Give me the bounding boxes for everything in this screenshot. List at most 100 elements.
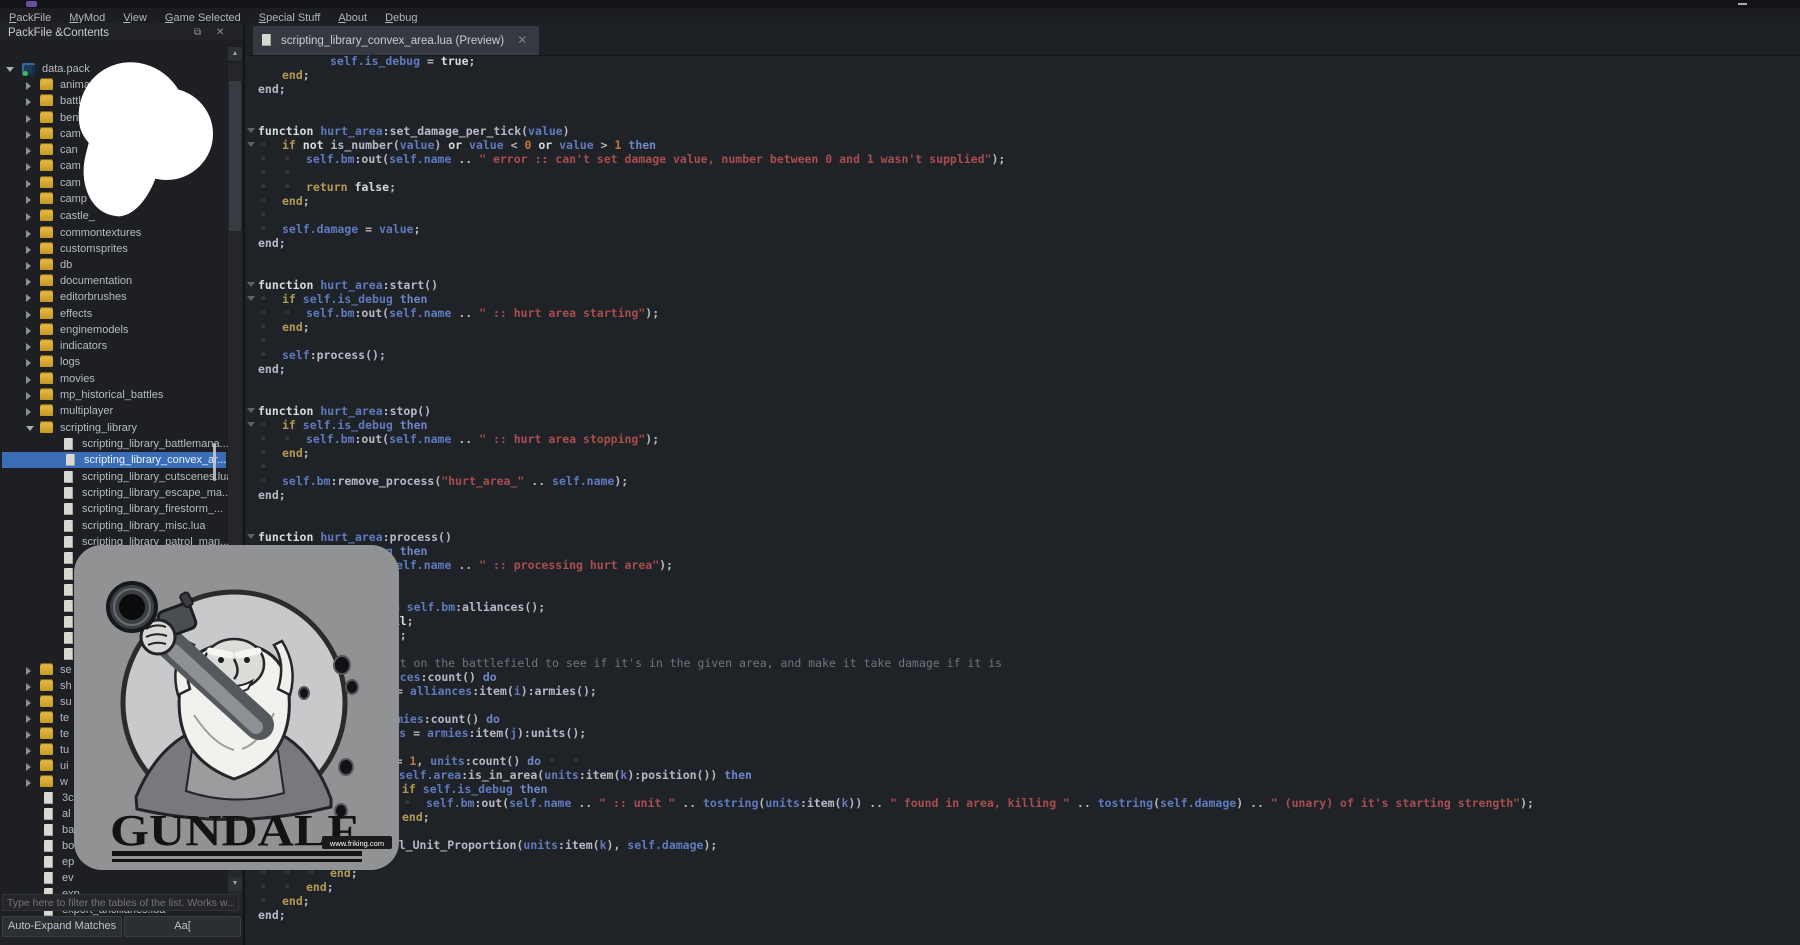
code-line: self.is_debug = true; <box>245 54 1800 68</box>
file-icon <box>44 872 53 884</box>
tree-item-movies[interactable]: movies <box>0 371 228 387</box>
fold-marker-icon[interactable] <box>247 296 255 301</box>
expand-arrow-icon[interactable] <box>26 196 31 204</box>
tab-whitespace-icon: » <box>260 334 266 348</box>
code-line: » <box>245 586 1800 600</box>
collapse-arrow-icon[interactable] <box>6 67 14 72</box>
file-icon <box>64 568 73 580</box>
tree-item-scripting-library-firestorm-[interactable]: scripting_library_firestorm_... <box>0 501 228 517</box>
expand-arrow-icon[interactable] <box>26 763 31 771</box>
folder-icon <box>40 96 53 106</box>
expand-arrow-icon[interactable] <box>26 262 31 270</box>
tree-item-scripting-library-misc-lua[interactable]: scripting_library_misc.lua <box>0 518 228 534</box>
tree-item-customsprites[interactable]: customsprites <box>0 241 228 257</box>
code-line: »»»»»Kill_Unit_Proportion(units:item(k),… <box>245 838 1800 852</box>
tree-item-logs[interactable]: logs <box>0 354 228 370</box>
expand-arrow-icon[interactable] <box>26 230 31 238</box>
expand-arrow-icon[interactable] <box>26 747 31 755</box>
fold-marker-icon[interactable] <box>247 128 255 133</box>
expand-arrow-icon[interactable] <box>26 715 31 723</box>
expand-arrow-icon[interactable] <box>26 98 31 106</box>
code-line: » <box>245 208 1800 222</box>
tab-close-icon[interactable]: ✕ <box>517 33 527 47</box>
file-icon <box>44 792 53 804</box>
case-sensitive-button[interactable]: Aa[ <box>124 916 241 937</box>
tree-item-scripting-library-convex-ar-[interactable]: scripting_library_convex_ar... <box>2 452 226 468</box>
fold-marker-icon[interactable] <box>247 422 255 427</box>
expand-arrow-icon[interactable] <box>26 163 31 171</box>
tree-item-enginemodels[interactable]: enginemodels <box>0 322 228 338</box>
tree-scroll-handle[interactable] <box>213 443 216 481</box>
code-line: end; <box>245 488 1800 502</box>
tree-item-documentation[interactable]: documentation <box>0 273 228 289</box>
expand-arrow-icon[interactable] <box>26 115 31 123</box>
tree-item-ev[interactable]: ev <box>0 870 228 886</box>
tree-item-effects[interactable]: effects <box>0 306 228 322</box>
tree-item-indicators[interactable]: indicators <box>0 338 228 354</box>
float-panel-icon[interactable]: ⧉ <box>194 27 201 38</box>
code-surface[interactable]: self.is_debug = true;end;end;function hu… <box>245 55 1800 945</box>
expand-arrow-icon[interactable] <box>26 180 31 188</box>
expand-arrow-icon[interactable] <box>26 82 31 90</box>
tab-whitespace-icon: » <box>260 222 266 236</box>
code-line <box>245 516 1800 530</box>
tab-whitespace-icon: » <box>260 208 266 222</box>
tab-scripting-library-convex-area[interactable]: scripting_library_convex_area.lua (Previ… <box>253 26 539 55</box>
expand-arrow-icon[interactable] <box>26 392 31 400</box>
folder-icon <box>40 129 53 139</box>
tree-item-editorbrushes[interactable]: editorbrushes <box>0 289 228 305</box>
file-icon <box>44 856 53 868</box>
tree-filter-input[interactable] <box>2 894 239 911</box>
code-line: »end; <box>245 894 1800 908</box>
fold-marker-icon[interactable] <box>247 408 255 413</box>
expand-arrow-icon[interactable] <box>26 699 31 707</box>
collapse-arrow-icon[interactable] <box>26 426 34 431</box>
tree-item-commontextures[interactable]: commontextures <box>0 225 228 241</box>
folder-icon <box>40 244 53 254</box>
expand-arrow-icon[interactable] <box>26 683 31 691</box>
folder-icon <box>40 228 53 238</box>
tree-item-scripting-library-cutscenes-lua[interactable]: scripting_library_cutscenes.lua <box>0 469 228 485</box>
expand-arrow-icon[interactable] <box>26 667 31 675</box>
minimize-icon[interactable] <box>1738 3 1747 5</box>
expand-arrow-icon[interactable] <box>26 278 31 286</box>
expand-arrow-icon[interactable] <box>26 213 31 221</box>
code-line <box>245 110 1800 124</box>
tree-item-scripting-library[interactable]: scripting_library <box>0 420 228 436</box>
code-line: »if self.is_debug then <box>245 418 1800 432</box>
expand-arrow-icon[interactable] <box>26 246 31 254</box>
expand-arrow-icon[interactable] <box>26 376 31 384</box>
tree-item-scripting-library-escape-ma-[interactable]: scripting_library_escape_ma... <box>0 485 228 501</box>
expand-arrow-icon[interactable] <box>26 311 31 319</box>
tree-item-db[interactable]: db <box>0 257 228 273</box>
expand-arrow-icon[interactable] <box>26 327 31 335</box>
expand-arrow-icon[interactable] <box>26 731 31 739</box>
expand-arrow-icon[interactable] <box>26 131 31 139</box>
folder-icon <box>40 211 53 221</box>
tree-item-scripting-library-battlemana-[interactable]: scripting_library_battlemana... <box>0 436 228 452</box>
tab-whitespace-icon: » <box>260 348 266 362</box>
expand-arrow-icon[interactable] <box>26 147 31 155</box>
close-panel-icon[interactable]: ✕ <box>216 27 224 38</box>
tab-whitespace-icon: » <box>260 418 266 432</box>
expand-arrow-icon[interactable] <box>26 359 31 367</box>
code-line: »end; <box>245 572 1800 586</box>
fold-marker-icon[interactable] <box>247 142 255 147</box>
expand-arrow-icon[interactable] <box>26 343 31 351</box>
code-editor[interactable]: scripting_library_convex_area.lua (Previ… <box>245 23 1800 945</box>
auto-expand-matches-button[interactable]: Auto-Expand Matches <box>2 916 122 937</box>
folder-icon <box>40 729 53 739</box>
code-line: end; <box>245 68 1800 82</box>
tree-item-multiplayer[interactable]: multiplayer <box>0 403 228 419</box>
code-line: »if self.is_debug then <box>245 544 1800 558</box>
fold-marker-icon[interactable] <box>247 534 255 539</box>
scroll-up-icon[interactable]: ▲ <box>228 47 242 61</box>
expand-arrow-icon[interactable] <box>26 779 31 787</box>
tree-scrollbar-thumb[interactable] <box>229 81 241 231</box>
fold-marker-icon[interactable] <box>247 282 255 287</box>
expand-arrow-icon[interactable] <box>26 408 31 416</box>
expand-arrow-icon[interactable] <box>26 294 31 302</box>
file-icon <box>64 600 73 612</box>
scroll-down-icon[interactable]: ▼ <box>228 877 242 891</box>
tree-item-mp-historical-battles[interactable]: mp_historical_battles <box>0 387 228 403</box>
